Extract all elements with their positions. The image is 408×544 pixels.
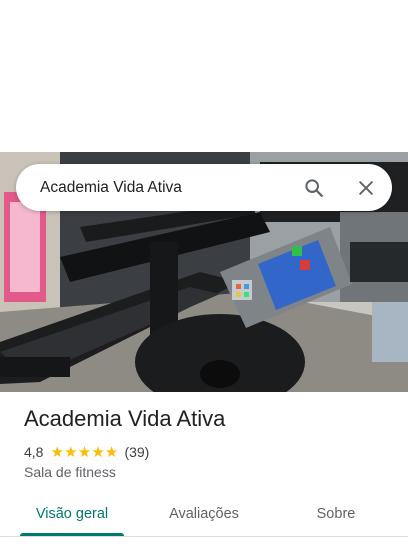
top-blank-area [0, 0, 408, 152]
search-icon [305, 178, 323, 197]
star-icon: ★ [91, 443, 105, 461]
star-icon: ★ [50, 443, 64, 461]
rating-stars: ★ ★ ★ ★ ★ [50, 443, 119, 461]
place-title: Academia Vida Ativa [24, 406, 226, 431]
tab-overview[interactable]: Visão geral [20, 492, 124, 536]
star-icon: ★ [77, 443, 92, 461]
tab-divider [0, 536, 408, 537]
search-button[interactable] [294, 168, 334, 208]
rating-row[interactable]: 4,8 ★ ★ ★ ★ ★ (39) [24, 443, 149, 461]
tab-reviews[interactable]: Avaliações [152, 492, 256, 536]
star-icon: ★ [104, 443, 119, 461]
tab-bar: Visão geral Avaliações Sobre [0, 492, 408, 536]
star-icon: ★ [64, 443, 78, 461]
search-bar[interactable]: Academia Vida Ativa [16, 164, 392, 211]
close-button[interactable] [346, 168, 386, 208]
search-query[interactable]: Academia Vida Ativa [40, 179, 294, 197]
tab-about[interactable]: Sobre [284, 492, 388, 536]
review-count[interactable]: (39) [124, 444, 149, 460]
close-icon [359, 180, 373, 195]
rating-value: 4,8 [24, 444, 44, 460]
place-category: Sala de fitness [24, 464, 116, 480]
